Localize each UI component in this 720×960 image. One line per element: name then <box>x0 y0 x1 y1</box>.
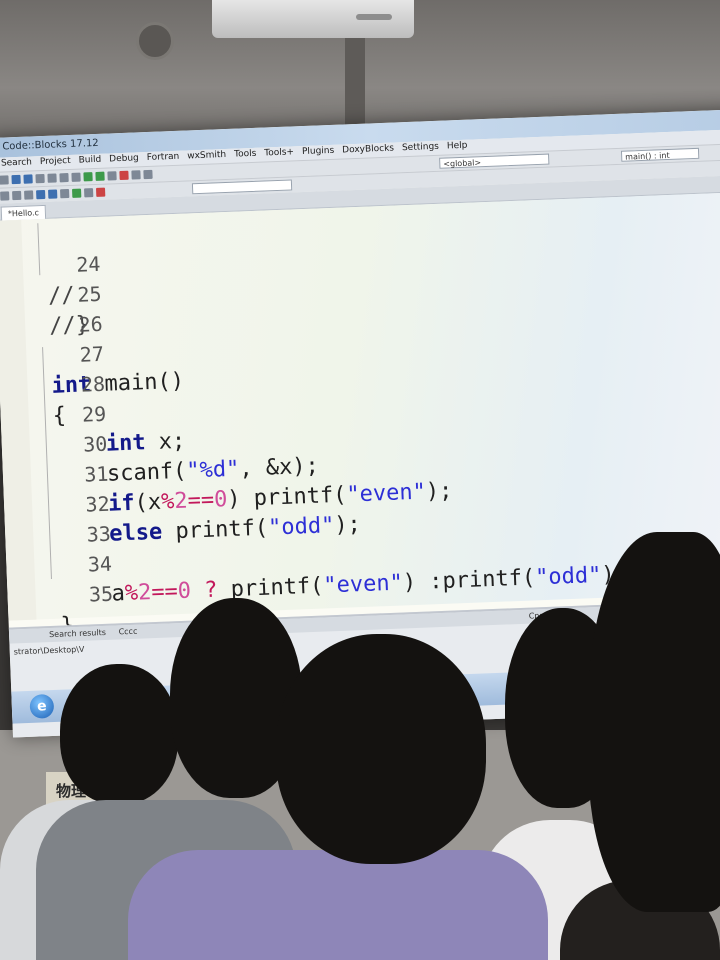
debug-continue-icon[interactable] <box>72 188 82 198</box>
code-line-30: 30 scanf("%d", &x); <box>0 399 320 487</box>
menu-tools-plus[interactable]: Tools+ <box>264 147 294 161</box>
code-line-31: 31 if(x%2==0) printf("even"); <box>1 429 453 517</box>
code-line-33: 33 <box>4 489 111 547</box>
code-line-29: 29 int x; <box>0 369 186 457</box>
run-icon[interactable] <box>95 171 105 181</box>
function-dropdown[interactable]: main() : int <box>620 147 700 162</box>
code-line-27: 27 int main() <box>0 309 184 399</box>
abort-icon[interactable] <box>119 170 129 181</box>
search-results-tab[interactable]: Search results <box>49 628 106 639</box>
code-line-26: 26 <box>0 279 103 337</box>
head <box>276 634 486 864</box>
save-all-icon[interactable] <box>35 173 45 184</box>
cccc-tab[interactable]: Cccc <box>118 627 137 637</box>
projector <box>212 0 414 38</box>
menu-help[interactable]: Help <box>447 141 468 155</box>
jump-back-icon[interactable] <box>36 189 46 200</box>
new-file-icon[interactable] <box>0 175 9 185</box>
menu-tools[interactable]: Tools <box>234 149 257 163</box>
code-line-32: 32 else printf("odd"); <box>2 459 361 547</box>
jump-forward-icon[interactable] <box>48 189 58 199</box>
menu-project[interactable]: Project <box>40 156 71 170</box>
ie-icon[interactable]: e <box>29 693 55 719</box>
code-text: int x; <box>105 428 186 457</box>
bookmark-icon[interactable] <box>0 191 10 201</box>
line-number: 35 <box>88 581 114 607</box>
shirt <box>128 850 548 960</box>
head <box>588 532 720 912</box>
menu-debug[interactable]: Debug <box>109 153 139 167</box>
code-line-28: 28 { <box>0 339 105 429</box>
comment-icon[interactable] <box>12 190 22 201</box>
menu-search[interactable]: Search <box>1 157 32 171</box>
build-icon[interactable] <box>83 172 93 182</box>
step-icon[interactable] <box>143 169 153 180</box>
menu-plugins[interactable]: Plugins <box>302 146 335 160</box>
code-line-35: 35 } <box>6 549 113 639</box>
debug-stop-icon[interactable] <box>95 187 106 197</box>
code-line-24: 24 // <box>0 219 101 309</box>
menu-fortran[interactable]: Fortran <box>147 152 180 166</box>
open-icon[interactable] <box>11 174 21 185</box>
match-brace-icon[interactable] <box>60 189 70 199</box>
head <box>60 664 178 804</box>
debug-icon[interactable] <box>131 170 141 180</box>
save-icon[interactable] <box>23 174 33 184</box>
redo-icon[interactable] <box>71 172 81 182</box>
smoke-detector <box>136 22 174 60</box>
menu-build[interactable]: Build <box>78 155 101 169</box>
debug-next-icon[interactable] <box>84 188 94 198</box>
code-line-25: 25 //} <box>0 249 102 339</box>
uncomment-icon[interactable] <box>24 190 34 200</box>
projector-vent <box>356 14 392 20</box>
code-line-34: 34 a%2==0 ? printf("even") :printf("odd"… <box>5 519 630 607</box>
code-text: a%2==0 ? printf("even") :printf("odd"); <box>111 560 630 610</box>
build-run-icon[interactable] <box>107 171 117 181</box>
print-icon[interactable] <box>47 173 57 183</box>
undo-icon[interactable] <box>59 173 69 183</box>
project-path: strator\Desktop\V <box>13 644 85 657</box>
code-editor[interactable]: 24 // 25 //} 26 27 int main() 28 { 29 in… <box>0 191 720 639</box>
